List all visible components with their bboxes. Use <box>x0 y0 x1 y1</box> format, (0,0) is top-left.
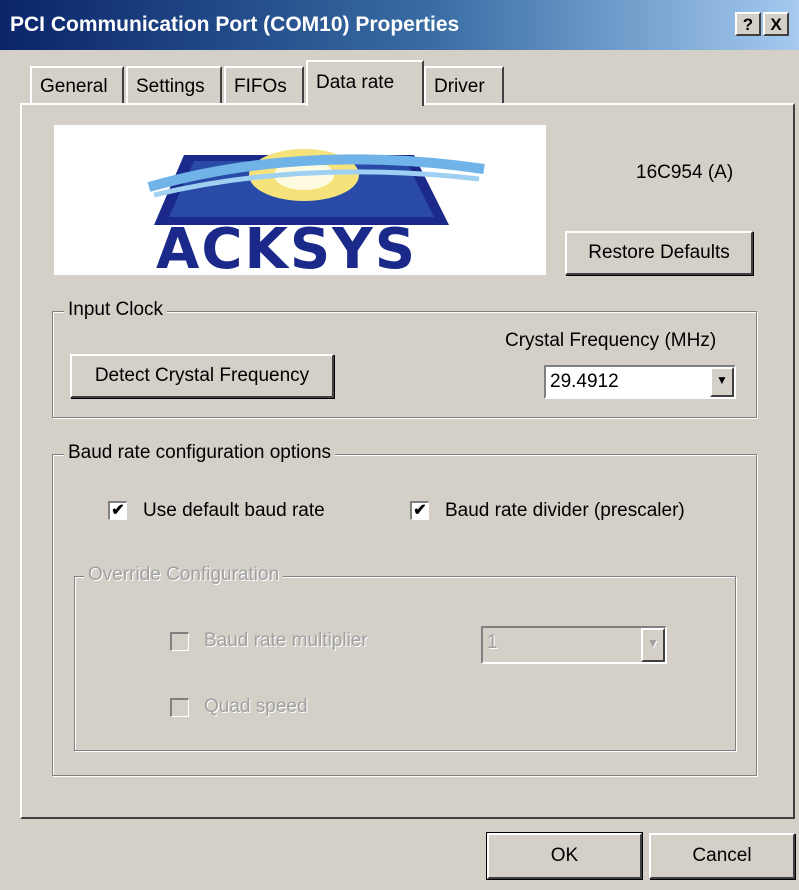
quad-speed-checkbox[interactable] <box>170 698 189 717</box>
tab-driver[interactable]: Driver <box>424 66 504 104</box>
override-legend: Override Configuration <box>84 564 284 586</box>
chip-label: 16C954 (A) <box>636 162 734 183</box>
baud-multiplier-value: 1 <box>487 632 498 653</box>
window-title: PCI Communication Port (COM10) Propertie… <box>10 13 460 36</box>
cancel-button[interactable]: Cancel <box>649 833 795 879</box>
quad-speed-label: Quad speed <box>204 696 308 717</box>
close-button[interactable]: X <box>763 12 789 36</box>
baud-options-legend: Baud rate configuration options <box>64 442 336 464</box>
logo-text: ACKSYS <box>156 217 418 282</box>
baud-multiplier-select[interactable]: 1 ▼ <box>481 626 667 664</box>
baud-divider-checkbox[interactable]: ✔ <box>410 501 429 520</box>
input-clock-legend: Input Clock <box>64 299 168 321</box>
crystal-frequency-value: 29.4912 <box>550 371 619 392</box>
dropdown-arrow-icon[interactable]: ▼ <box>710 367 734 397</box>
tab-settings[interactable]: Settings <box>126 66 222 104</box>
crystal-frequency-select[interactable]: 29.4912 ▼ <box>544 365 736 399</box>
crystal-frequency-label: Crystal Frequency (MHz) <box>505 330 717 351</box>
baud-multiplier-label: Baud rate multiplier <box>204 630 368 651</box>
ok-button[interactable]: OK <box>486 832 643 880</box>
title-bar: PCI Communication Port (COM10) Propertie… <box>0 0 799 50</box>
restore-defaults-button[interactable]: Restore Defaults <box>565 231 753 275</box>
acksys-logo: ACKSYS <box>54 125 546 282</box>
dropdown-arrow-icon[interactable]: ▼ <box>641 628 665 662</box>
use-default-baud-checkbox[interactable]: ✔ <box>108 501 127 520</box>
detect-crystal-button[interactable]: Detect Crystal Frequency <box>70 354 334 398</box>
tab-general[interactable]: General <box>30 66 124 104</box>
tab-fifos[interactable]: FIFOs <box>224 66 304 104</box>
tab-data-rate[interactable]: Data rate <box>306 60 424 106</box>
baud-divider-label: Baud rate divider (prescaler) <box>445 500 685 521</box>
use-default-baud-label: Use default baud rate <box>143 500 325 521</box>
help-button[interactable]: ? <box>735 12 761 36</box>
baud-multiplier-checkbox[interactable] <box>170 632 189 651</box>
